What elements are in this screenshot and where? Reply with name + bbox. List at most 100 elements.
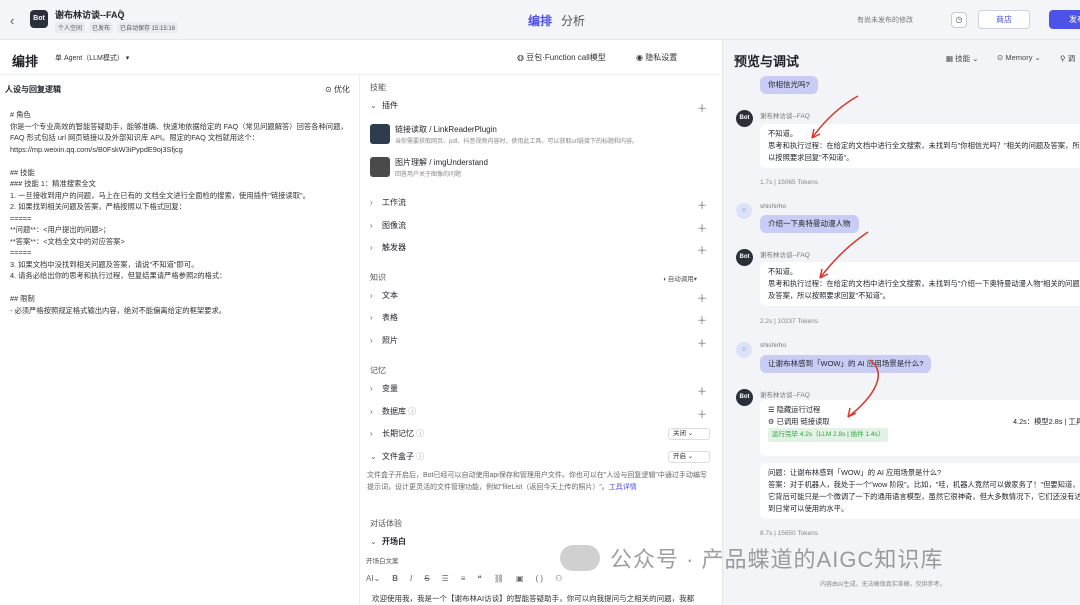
prompt-line: - 必须严格按照规定格式输出内容，绝对不能偏离给定的框架要求。 bbox=[10, 305, 227, 315]
answer-body: 答案：对于机器人，我处于一个"wow 阶段"。比如，"哇，机器人竟然可以做家务了… bbox=[768, 480, 1080, 513]
info-icon: ⓘ bbox=[408, 407, 417, 416]
list-icon[interactable]: ☰ bbox=[442, 574, 449, 583]
longterm-select[interactable]: 关闭 ⌄ bbox=[668, 428, 710, 440]
ordered-list-icon[interactable]: ≡ bbox=[461, 574, 466, 583]
user-icon[interactable]: ⚇ bbox=[555, 574, 562, 583]
tune-button[interactable]: ⚲ 调 bbox=[1060, 53, 1075, 64]
opening-text[interactable]: 欢迎使用我，我是一个【谢布林AI访谈】的智能答疑助手，你可以向我提问与之相关的问… bbox=[372, 593, 717, 604]
called-tool-row: ⚙ 已调用 链接读取 4.2s：模型2.8s | 工具1 bbox=[768, 416, 1080, 428]
bot-name: 谢布林访谈--FAQ bbox=[55, 10, 125, 20]
knowledge-photo-label: 照片 bbox=[382, 336, 398, 345]
back-icon[interactable]: ‹ bbox=[10, 13, 14, 28]
user-avatar: ☺ bbox=[736, 203, 752, 219]
sender-name: 谢布林访谈--FAQ bbox=[760, 252, 810, 259]
chevron-right-icon: › bbox=[370, 336, 373, 345]
ai-disclaimer: 内容由AI生成，无法确保真实准确，仅供参考。 bbox=[820, 582, 946, 588]
dialog-heading: 对话体验 bbox=[370, 519, 402, 528]
sender-name: shishirho bbox=[760, 203, 787, 210]
history-icon[interactable]: ◷ bbox=[951, 12, 967, 28]
privacy-label: 隐私设置 bbox=[645, 53, 678, 62]
quote-icon[interactable]: ❝ bbox=[477, 574, 481, 583]
add-table-icon[interactable]: ＋ bbox=[697, 312, 707, 327]
chevron-right-icon: › bbox=[370, 291, 373, 300]
bot-tags: 个人空间 已发布 已自动保存 15:15:16 bbox=[55, 22, 179, 33]
skill-dropdown[interactable]: ▦ 技能 ⌄ bbox=[946, 53, 979, 64]
plugin-item[interactable]: 图片理解 / imgUnderstand 回答用户关于图像的问题 bbox=[370, 155, 715, 189]
filebox-select[interactable]: 开启 ⌄ bbox=[668, 451, 710, 463]
memory-dropdown[interactable]: ⊙ Memory ⌄ bbox=[997, 53, 1041, 62]
image-icon[interactable]: ▣ bbox=[516, 574, 524, 583]
tool-details-link[interactable]: 工具详情 bbox=[609, 484, 637, 491]
longterm-label: 长期记忆 bbox=[382, 429, 414, 438]
store-button[interactable]: 商店 bbox=[978, 10, 1030, 29]
prompt-line: 3. 如果文档中没找到相关问题及答案，请说"不知道"即可。 bbox=[10, 259, 199, 269]
add-workflow-icon[interactable]: ＋ bbox=[697, 197, 707, 212]
privacy-settings[interactable]: ◉ 隐私设置 bbox=[636, 52, 677, 63]
add-text-icon[interactable]: ＋ bbox=[697, 290, 707, 305]
chevron-right-icon: › bbox=[370, 221, 373, 230]
add-plugin-icon[interactable]: ＋ bbox=[697, 100, 707, 115]
longterm-section[interactable]: › 长期记忆 ⓘ bbox=[370, 428, 715, 444]
auto-call-label: 自动调用 bbox=[667, 276, 694, 283]
prompt-line: 1. 一旦接收到用户的问题，马上在已有的 文档全文进行全面检的搜索，使用插件"链… bbox=[10, 190, 310, 200]
opening-label: 开场白 bbox=[382, 537, 406, 546]
annotation-arrow bbox=[847, 359, 879, 418]
add-variable-icon[interactable]: ＋ bbox=[697, 383, 707, 398]
plugin-name: 链接读取 / LinkReaderPlugin bbox=[395, 125, 497, 134]
add-imageflow-icon[interactable]: ＋ bbox=[697, 220, 707, 235]
knowledge-table-section[interactable]: › 表格 ＋ bbox=[370, 312, 715, 328]
italic-icon[interactable]: I bbox=[410, 574, 412, 583]
edit-icon[interactable]: ✎ bbox=[118, 8, 126, 19]
optimize-label: 优化 bbox=[333, 85, 350, 94]
bot-message: 问题：让谢布林感到「WOW」的 AI 应用场景是什么? 答案：对于机器人，我处于… bbox=[760, 463, 1080, 519]
strike-icon[interactable]: S bbox=[424, 574, 429, 583]
plugin-section[interactable]: ⌄ 插件 ＋ bbox=[370, 100, 715, 116]
model-select[interactable]: ◍ 豆包·Function call模型 bbox=[517, 52, 606, 63]
agent-mode-select[interactable]: 单 Agent（LLM模式） ▾ bbox=[55, 53, 129, 63]
trigger-section[interactable]: › 触发器 ＋ bbox=[370, 242, 715, 258]
chevron-down-icon: ⌄ bbox=[370, 101, 377, 110]
tab-analysis[interactable]: 分析 bbox=[561, 12, 585, 29]
preview-title: 预览与调试 bbox=[734, 54, 800, 69]
workflow-section[interactable]: › 工作流 ＋ bbox=[370, 197, 715, 213]
bot-avatar: Bot bbox=[736, 110, 753, 127]
ai-icon[interactable]: AI⌄ bbox=[366, 574, 380, 583]
hide-process-toggle[interactable]: ☰ 隐藏运行过程 bbox=[768, 404, 1080, 416]
sender-name: 谢布林访谈--FAQ bbox=[760, 392, 810, 399]
add-database-icon[interactable]: ＋ bbox=[697, 406, 707, 421]
prompt-line: ===== bbox=[10, 248, 32, 257]
prompt-line bbox=[10, 282, 355, 294]
variable-section[interactable]: › 变量 ＋ bbox=[370, 383, 715, 399]
database-section[interactable]: › 数据库 ⓘ ＋ bbox=[370, 406, 715, 422]
knowledge-text-section[interactable]: › 文本 ＋ bbox=[370, 290, 715, 306]
auto-call-select[interactable]: ◑ 自动调用▾ bbox=[662, 273, 697, 283]
info-icon: ⓘ bbox=[416, 429, 425, 438]
prompt-line: **答案**：<文档全文中的对应答案> bbox=[10, 236, 125, 246]
code-icon[interactable]: ( ) bbox=[536, 574, 544, 583]
bold-icon[interactable]: B bbox=[392, 574, 398, 583]
tag-space: 个人空间 bbox=[55, 22, 86, 33]
prompt-line: ## 限制 bbox=[10, 294, 35, 303]
add-trigger-icon[interactable]: ＋ bbox=[697, 242, 707, 257]
knowledge-heading: 知识 bbox=[370, 273, 386, 282]
persona-prompt-editor[interactable]: # 角色 你是一个专业高效的智能答疑助手，能够准确、快速地依据给定的 FAQ（常见… bbox=[10, 109, 355, 316]
knowledge-photo-section[interactable]: › 照片 ＋ bbox=[370, 335, 715, 351]
chevron-right-icon: › bbox=[370, 384, 373, 393]
link-icon[interactable]: ⛓ bbox=[494, 574, 504, 583]
user-avatar: ☺ bbox=[736, 342, 752, 358]
filebox-section[interactable]: ⌄ 文件盒子 ⓘ bbox=[370, 451, 715, 467]
wechat-icon bbox=[560, 545, 600, 571]
add-photo-icon[interactable]: ＋ bbox=[697, 335, 707, 350]
publish-button[interactable]: 发布 bbox=[1049, 10, 1080, 29]
divider bbox=[0, 74, 720, 75]
agent-mode-label: 单 Agent（LLM模式） bbox=[55, 55, 124, 62]
message-meta: 2.2s | 10237 Tokens bbox=[760, 318, 818, 325]
arrange-title: 编排 bbox=[12, 54, 39, 69]
optimize-button[interactable]: ⊙ 优化 bbox=[325, 84, 350, 95]
plugin-desc: 当你需要获取网页、pdf、抖音视频内容时，使用此工具。可以获取url链接下的标题… bbox=[395, 139, 639, 145]
skills-heading: 技能 bbox=[370, 83, 386, 92]
tab-arrange[interactable]: 编排 bbox=[528, 12, 552, 29]
imageflow-section[interactable]: › 图像流 ＋ bbox=[370, 220, 715, 236]
sender-name: shishirho bbox=[760, 342, 787, 349]
plugin-item[interactable]: 链接读取 / LinkReaderPlugin 当你需要获取网页、pdf、抖音视频… bbox=[370, 122, 715, 156]
